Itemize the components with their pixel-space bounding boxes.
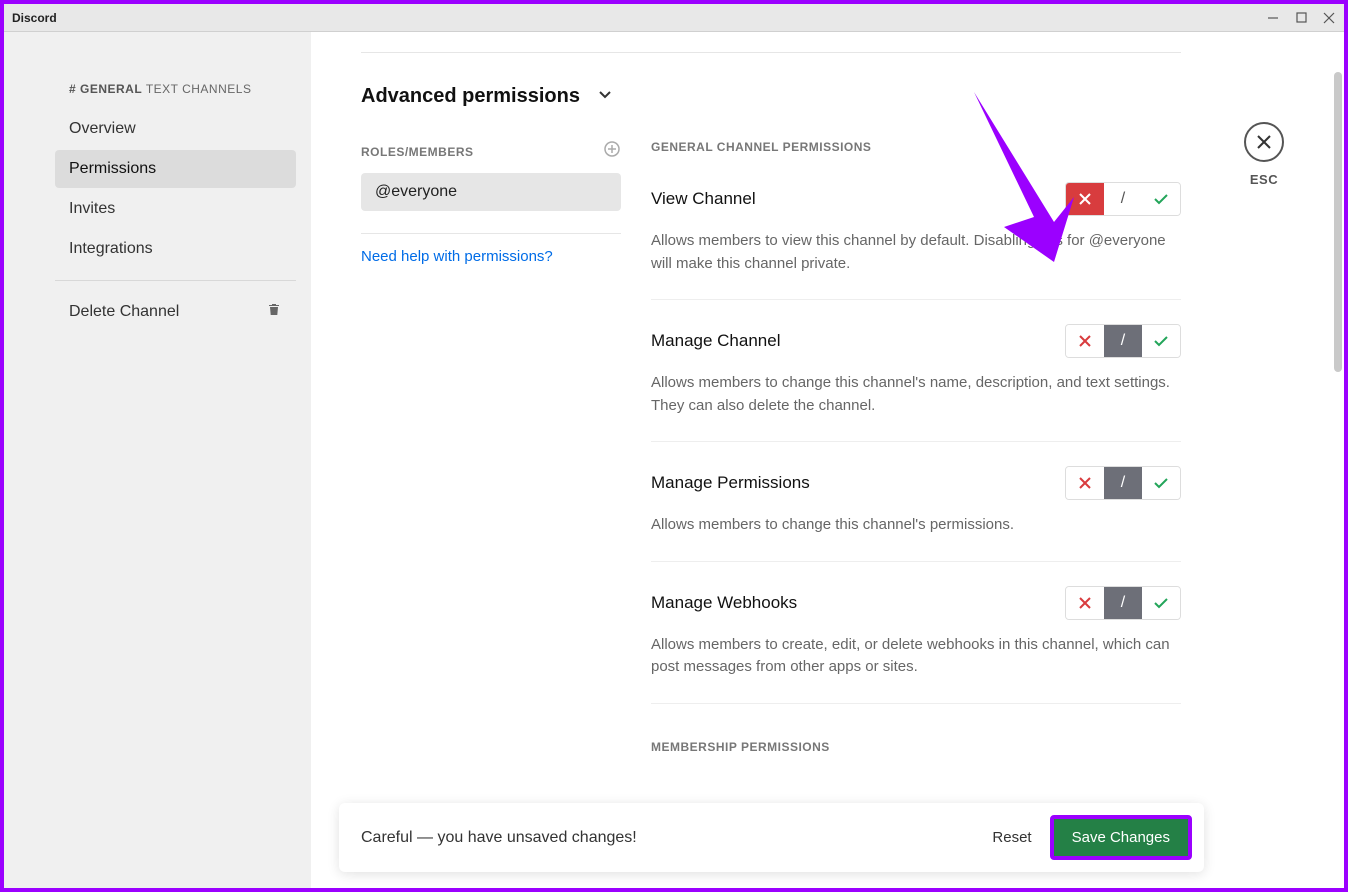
scrollbar-thumb[interactable] (1334, 72, 1342, 372)
perm-view-channel: View Channel / Allows members to view th… (651, 182, 1181, 300)
sidebar-item-permissions[interactable]: Permissions (55, 150, 296, 188)
esc-label: ESC (1250, 172, 1278, 187)
perm-title: View Channel (651, 189, 756, 209)
perm-toggle-manage-permissions: / (1065, 466, 1181, 500)
perm-manage-permissions: Manage Permissions / Allows members to c… (651, 466, 1181, 562)
role-everyone[interactable]: @everyone (361, 173, 621, 211)
perm-title: Manage Channel (651, 331, 780, 351)
roles-divider (361, 233, 621, 234)
perm-deny-button[interactable] (1066, 467, 1104, 499)
help-link[interactable]: Need help with permissions? (361, 248, 553, 265)
minimize-button[interactable] (1266, 11, 1280, 25)
perm-deny-button[interactable] (1066, 587, 1104, 619)
close-window-button[interactable] (1322, 11, 1336, 25)
unsaved-text: Careful — you have unsaved changes! (361, 829, 637, 847)
perm-section-header-general: GENERAL CHANNEL PERMISSIONS (651, 140, 1181, 154)
add-role-icon[interactable] (603, 140, 621, 163)
perm-desc: Allows members to create, edit, or delet… (651, 634, 1181, 679)
perm-neutral-button[interactable]: / (1104, 183, 1142, 215)
perm-deny-button[interactable] (1066, 183, 1104, 215)
delete-channel-button[interactable]: Delete Channel (55, 293, 296, 330)
perm-desc: Allows members to view this channel by d… (651, 230, 1181, 275)
main-content: Advanced permissions ROLES/MEMBERS @ever… (311, 32, 1344, 888)
trash-icon (266, 301, 282, 322)
perm-title: Manage Webhooks (651, 593, 797, 613)
sidebar-divider (55, 280, 296, 281)
maximize-button[interactable] (1294, 11, 1308, 25)
sidebar-item-invites[interactable]: Invites (55, 190, 296, 228)
save-changes-button[interactable]: Save Changes (1050, 815, 1192, 860)
perm-manage-channel: Manage Channel / Allows members to chang… (651, 324, 1181, 442)
reset-button[interactable]: Reset (992, 829, 1031, 846)
perm-neutral-button[interactable]: / (1104, 467, 1142, 499)
perm-toggle-view-channel: / (1065, 182, 1181, 216)
perm-desc: Allows members to change this channel's … (651, 372, 1181, 417)
perm-title: Manage Permissions (651, 473, 810, 493)
unsaved-changes-banner: Careful — you have unsaved changes! Rese… (339, 803, 1204, 872)
perm-desc: Allows members to change this channel's … (651, 514, 1181, 537)
titlebar: Discord (4, 4, 1344, 32)
sidebar-item-overview[interactable]: Overview (55, 110, 296, 148)
delete-channel-label: Delete Channel (69, 303, 179, 321)
esc-button[interactable]: ESC (1244, 122, 1284, 187)
chevron-down-icon (598, 85, 612, 108)
close-icon (1244, 122, 1284, 162)
sidebar: # GENERAL TEXT CHANNELS Overview Permiss… (4, 32, 311, 888)
scrollbar[interactable] (1334, 72, 1342, 888)
perm-section-header-membership: MEMBERSHIP PERMISSIONS (651, 740, 1181, 754)
section-title: Advanced permissions (361, 85, 580, 108)
perm-allow-button[interactable] (1142, 587, 1180, 619)
top-divider (361, 52, 1181, 53)
perm-toggle-manage-channel: / (1065, 324, 1181, 358)
perm-allow-button[interactable] (1142, 183, 1180, 215)
perm-toggle-manage-webhooks: / (1065, 586, 1181, 620)
sidebar-item-integrations[interactable]: Integrations (55, 230, 296, 268)
section-title-row[interactable]: Advanced permissions (361, 85, 1181, 108)
perm-allow-button[interactable] (1142, 325, 1180, 357)
perm-manage-webhooks: Manage Webhooks / Allows members to crea… (651, 586, 1181, 704)
perm-neutral-button[interactable]: / (1104, 587, 1142, 619)
perm-allow-button[interactable] (1142, 467, 1180, 499)
perm-neutral-button[interactable]: / (1104, 325, 1142, 357)
roles-header: ROLES/MEMBERS (361, 145, 474, 159)
sidebar-header: # GENERAL TEXT CHANNELS (69, 82, 296, 96)
perm-deny-button[interactable] (1066, 325, 1104, 357)
window-title: Discord (12, 11, 57, 25)
